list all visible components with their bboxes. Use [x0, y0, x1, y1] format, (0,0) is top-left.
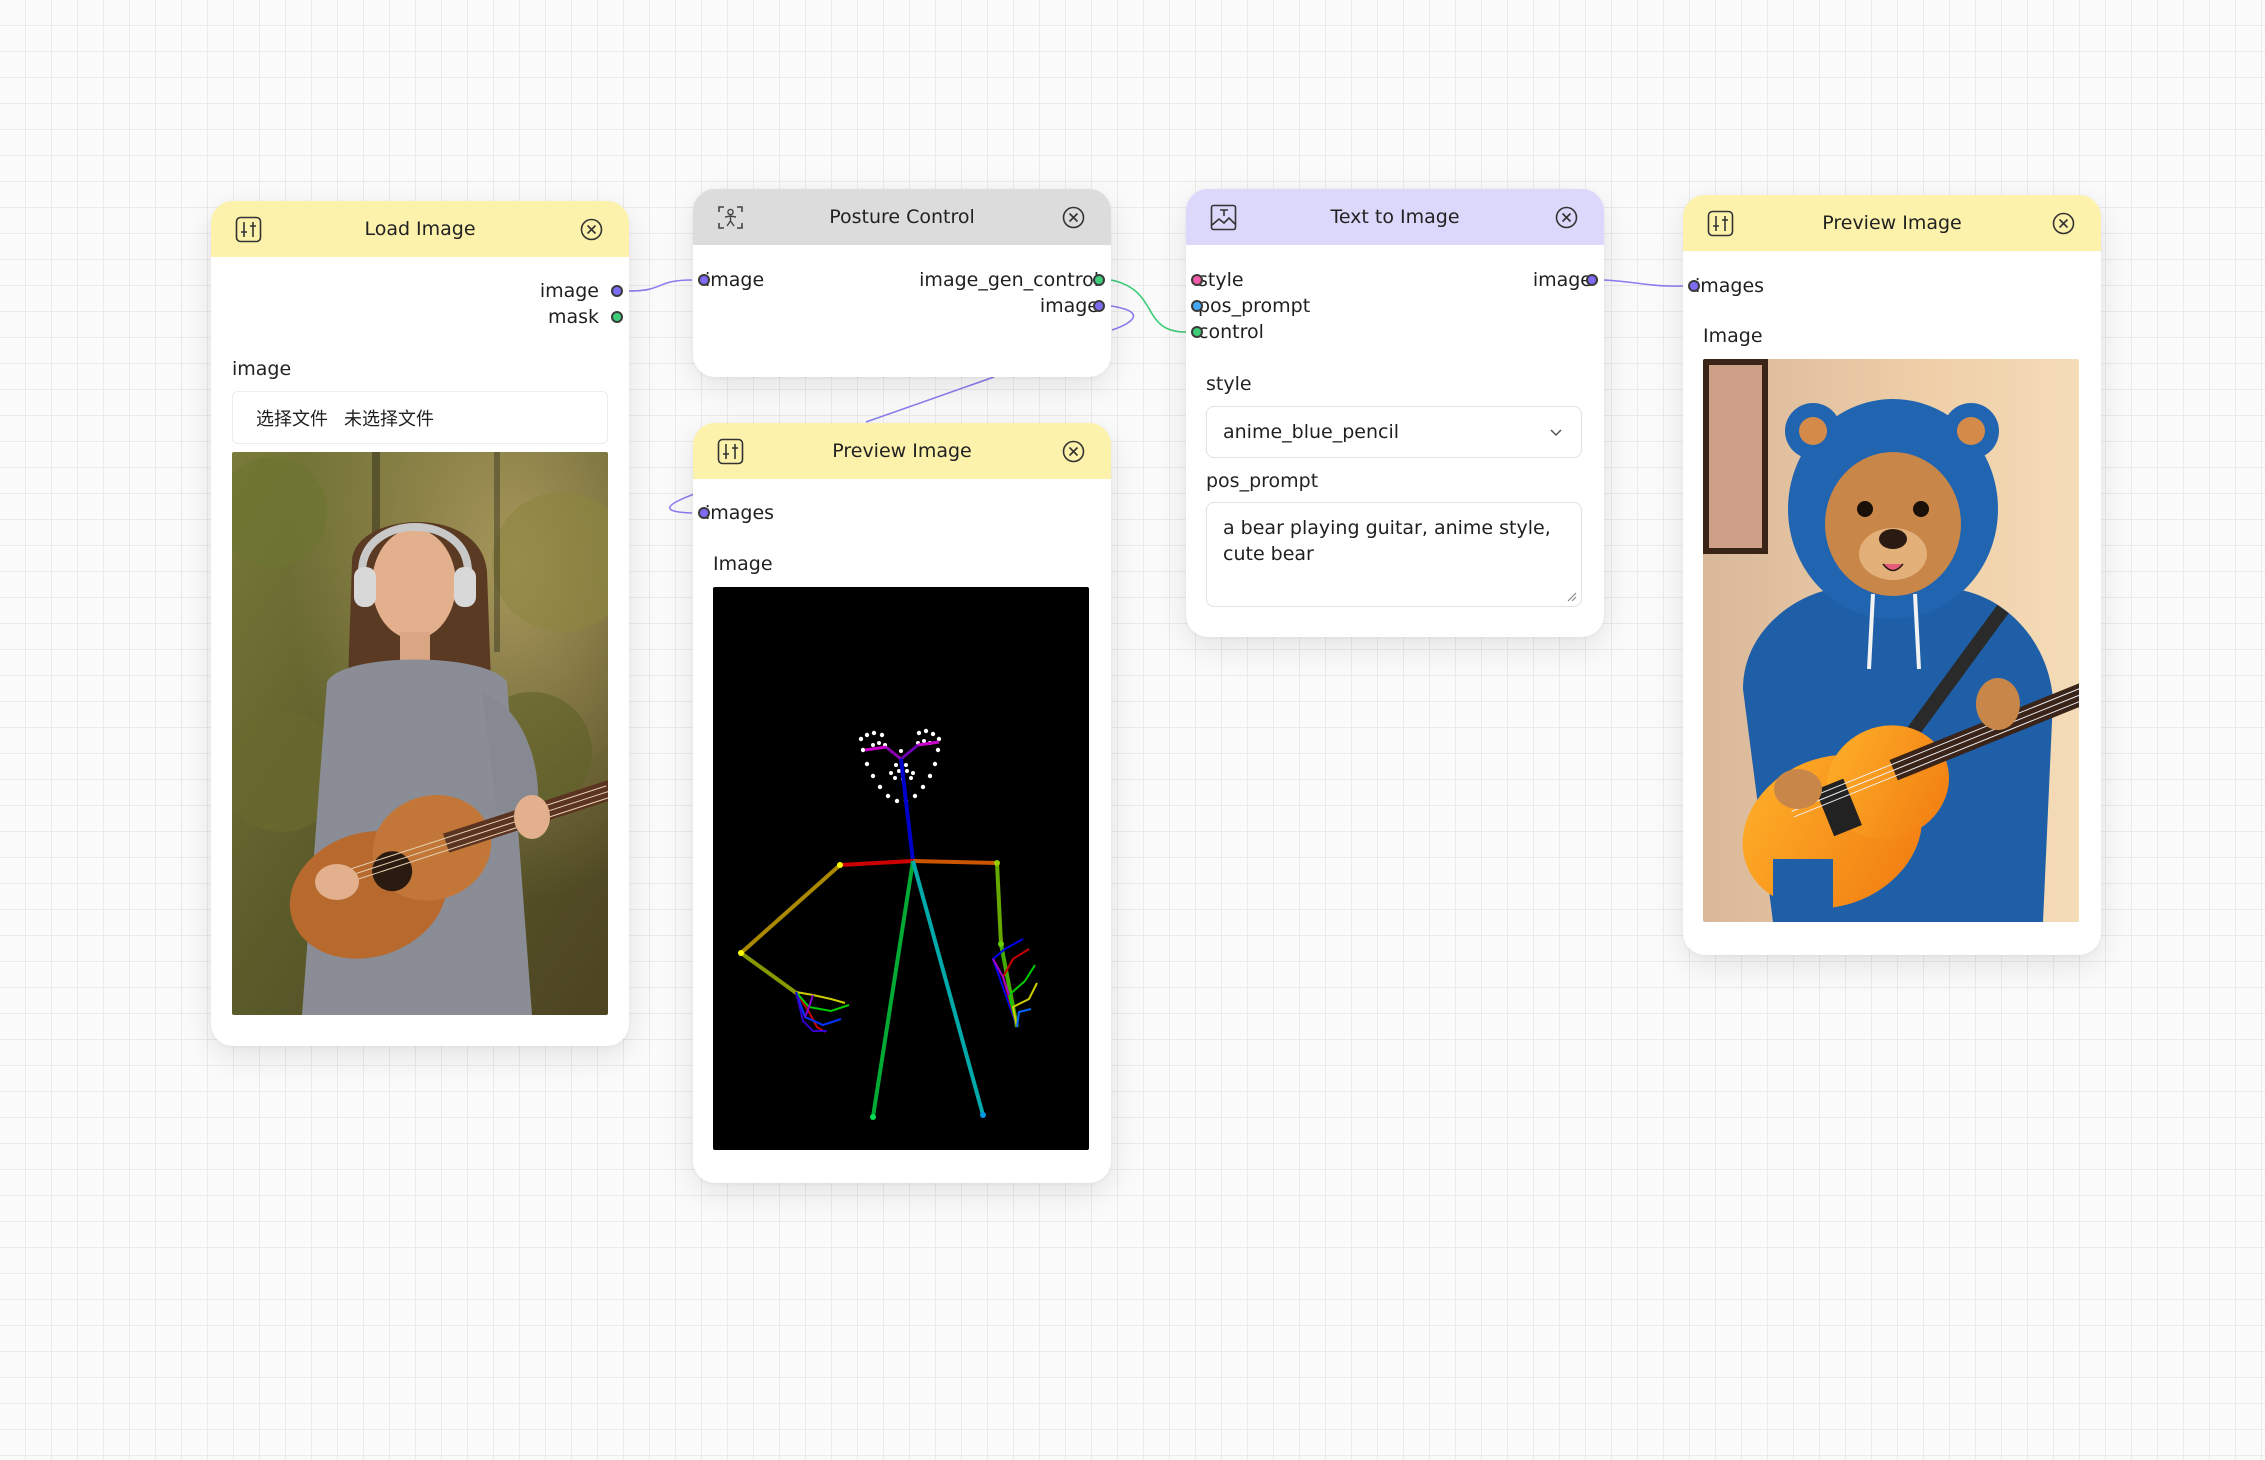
- pose-skeleton-image: [713, 587, 1089, 1150]
- field-label: Image: [1703, 325, 1763, 347]
- port-dot[interactable]: [698, 507, 710, 519]
- wire-load-to-posture: [628, 279, 693, 292]
- loaded-image: [232, 452, 608, 1015]
- sliders-icon: [1707, 210, 1734, 237]
- input-port-style[interactable]: style: [1191, 267, 1244, 293]
- port-label: image: [1039, 295, 1099, 317]
- field-label: Image: [713, 553, 773, 575]
- sliders-icon: [235, 216, 262, 243]
- close-icon[interactable]: [580, 218, 603, 241]
- port-label: control: [1198, 321, 1264, 343]
- port-label: image: [705, 269, 765, 291]
- sliders-icon: [717, 438, 744, 465]
- close-icon[interactable]: [2052, 212, 2075, 235]
- load-image-node[interactable]: Load Image image mask image 选择文件 未选择文件: [211, 201, 629, 1046]
- port-dot[interactable]: [698, 274, 710, 286]
- text-to-image-header[interactable]: Text to Image: [1186, 189, 1604, 245]
- style-select[interactable]: anime_blue_pencil: [1206, 406, 1582, 458]
- prompt-textarea[interactable]: a bear playing guitar, anime style, cute…: [1206, 502, 1582, 607]
- file-input[interactable]: 选择文件 未选择文件: [232, 391, 608, 444]
- style-value: anime_blue_pencil: [1223, 421, 1400, 443]
- field-label: image: [232, 358, 292, 380]
- port-dot[interactable]: [1586, 274, 1598, 286]
- posture-control-node[interactable]: Posture Control image image_gen_control …: [693, 189, 1111, 377]
- port-label: image: [1532, 269, 1592, 291]
- image-text-icon: [1210, 204, 1237, 231]
- port-dot[interactable]: [611, 285, 623, 297]
- text-to-image-node[interactable]: Text to Image style pos_prompt control i…: [1186, 189, 1604, 637]
- person-scan-icon: [718, 206, 743, 229]
- chevron-down-icon: [1550, 429, 1562, 437]
- port-dot[interactable]: [1093, 300, 1105, 312]
- file-status: 未选择文件: [344, 408, 434, 430]
- output-port-image[interactable]: image: [1532, 267, 1598, 293]
- node-title: Preview Image: [832, 440, 972, 462]
- load-image-header[interactable]: Load Image: [211, 201, 629, 257]
- output-port-image[interactable]: image: [539, 278, 623, 304]
- output-port-image-gen-control[interactable]: image_gen_control: [919, 267, 1105, 293]
- output-port-image[interactable]: image: [1039, 293, 1105, 319]
- close-icon[interactable]: [1062, 440, 1085, 463]
- preview-image-pose-node[interactable]: Preview Image images Image: [693, 423, 1111, 1183]
- close-icon[interactable]: [1555, 206, 1578, 229]
- posture-control-header[interactable]: Posture Control: [693, 189, 1111, 245]
- port-label: images: [1695, 275, 1765, 297]
- node-title: Posture Control: [829, 206, 975, 228]
- wire-text-to-preview: [1603, 279, 1684, 287]
- style-label: style: [1206, 373, 1252, 395]
- port-dot[interactable]: [1191, 300, 1203, 312]
- preview-image-header[interactable]: Preview Image: [1683, 195, 2101, 251]
- preview-image-result-node[interactable]: Preview Image images Image: [1683, 195, 2101, 955]
- port-label: image: [539, 280, 599, 302]
- input-port-images[interactable]: images: [698, 500, 775, 526]
- output-port-mask[interactable]: mask: [547, 304, 623, 330]
- input-port-control[interactable]: control: [1191, 319, 1264, 345]
- port-label: style: [1198, 269, 1244, 291]
- port-dot[interactable]: [1093, 274, 1105, 286]
- input-port-images[interactable]: images: [1688, 273, 1765, 299]
- prompt-value: a bear playing guitar, anime style, cute…: [1223, 517, 1551, 565]
- port-label: image_gen_control: [919, 269, 1099, 291]
- port-label: pos_prompt: [1198, 295, 1311, 317]
- port-dot[interactable]: [1191, 326, 1203, 338]
- node-title: Load Image: [364, 218, 476, 240]
- port-label: mask: [547, 306, 599, 328]
- node-title: Text to Image: [1330, 206, 1460, 228]
- generated-image: [1703, 359, 2079, 922]
- port-dot[interactable]: [1688, 280, 1700, 292]
- port-dot[interactable]: [611, 311, 623, 323]
- resize-grip-icon[interactable]: [1565, 590, 1577, 602]
- input-port-pos-prompt[interactable]: pos_prompt: [1191, 293, 1311, 319]
- port-dot[interactable]: [1191, 274, 1203, 286]
- node-title: Preview Image: [1822, 212, 1962, 234]
- prompt-label: pos_prompt: [1206, 470, 1319, 492]
- preview-image-header[interactable]: Preview Image: [693, 423, 1111, 479]
- port-label: images: [705, 502, 775, 524]
- input-port-image[interactable]: image: [698, 267, 765, 293]
- close-icon[interactable]: [1062, 206, 1085, 229]
- wire-control: [1110, 279, 1187, 333]
- choose-file-button[interactable]: 选择文件: [256, 405, 328, 431]
